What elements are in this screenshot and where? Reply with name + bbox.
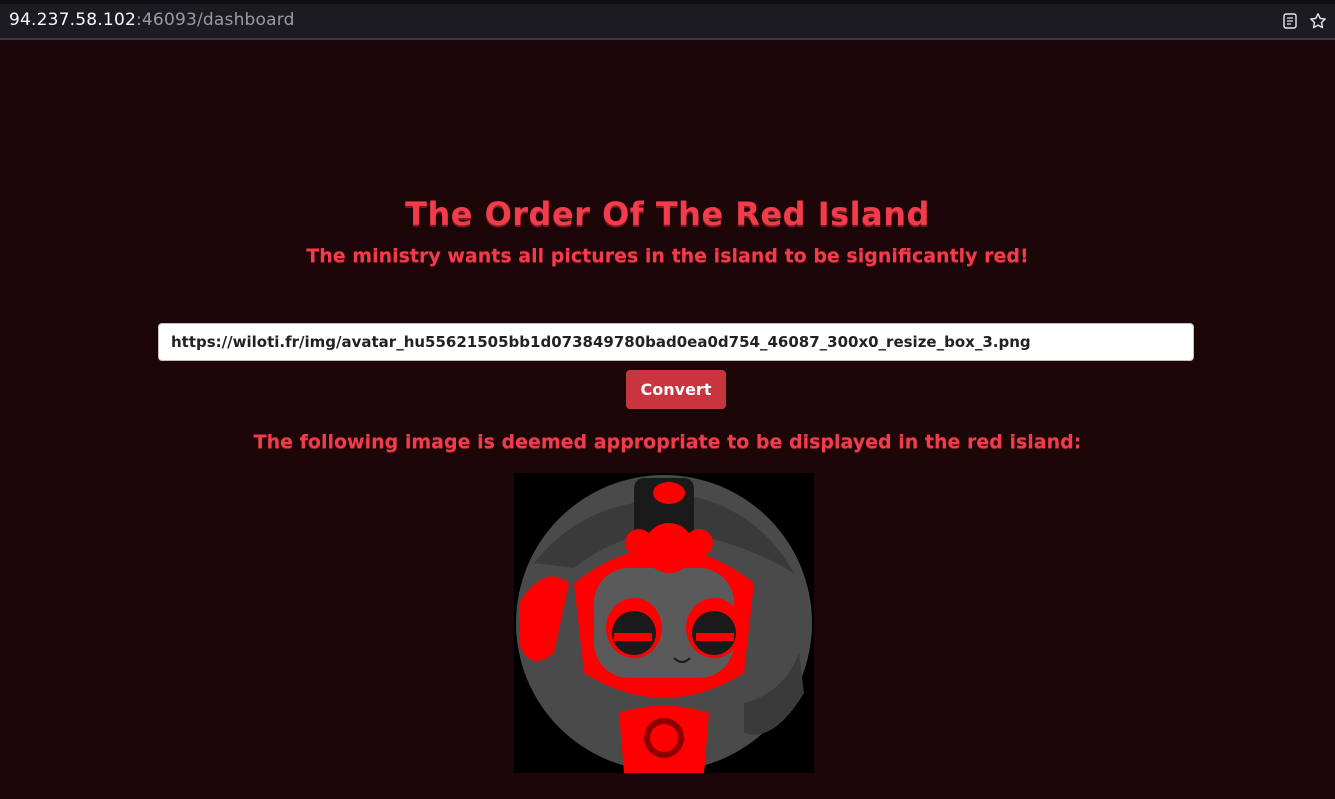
result-caption: The following image is deemed appropriat… (253, 431, 1082, 453)
bookmark-star-icon[interactable] (1309, 12, 1327, 30)
image-url-input[interactable] (158, 323, 1194, 361)
address-text[interactable]: 94.237.58.102:46093/dashboard (9, 10, 295, 30)
reader-mode-icon[interactable] (1281, 12, 1299, 30)
convert-button[interactable]: Convert (626, 370, 726, 409)
browser-url-bar[interactable]: 94.237.58.102:46093/dashboard (0, 0, 1335, 40)
converted-avatar-image (514, 473, 814, 773)
url-host: 94.237.58.102 (9, 10, 136, 30)
page-title: The Order Of The Red Island (405, 195, 930, 233)
page-subtitle: The ministry wants all pictures in the i… (306, 245, 1029, 267)
url-path: :46093/dashboard (135, 10, 295, 30)
dashboard-page: The Order Of The Red Island The ministry… (0, 40, 1335, 799)
